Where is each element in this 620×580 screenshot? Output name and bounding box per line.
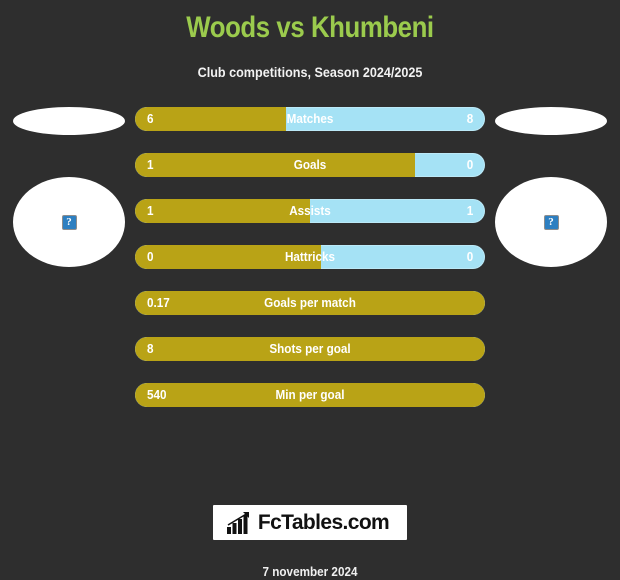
report-date: 7 november 2024 <box>262 564 358 579</box>
stat-row: 0.17 Goals per match <box>135 291 485 315</box>
away-value: 1 <box>466 203 473 218</box>
fctables-logo-text: FcTables.com <box>257 511 390 534</box>
away-team-shirt-top <box>495 107 607 135</box>
away-team-logo: ? <box>495 177 607 267</box>
stat-row: 0 Hattricks 0 <box>135 245 485 269</box>
comparison-body: ? 6 Matches 8 1 Goals 0 1 Assists 1 0 Ha… <box>0 107 620 417</box>
away-value: 0 <box>466 249 473 264</box>
stat-row: 540 Min per goal <box>135 383 485 407</box>
away-team-column: ? <box>486 107 616 407</box>
broken-image-icon: ? <box>543 214 559 230</box>
home-value: 6 <box>147 111 154 126</box>
broken-image-glyph: ? <box>66 215 72 228</box>
page-subtitle: Club competitions, Season 2024/2025 <box>197 64 423 80</box>
stat-row: 8 Shots per goal <box>135 337 485 361</box>
stats-list: 6 Matches 8 1 Goals 0 1 Assists 1 0 Hatt… <box>135 107 485 407</box>
away-value: 8 <box>466 111 473 126</box>
stat-label: Matches <box>286 111 334 126</box>
fctables-logo[interactable]: FcTables.com <box>212 505 408 540</box>
home-value: 1 <box>147 203 154 218</box>
stat-label: Assists <box>289 203 331 218</box>
home-value: 540 <box>147 387 167 402</box>
home-value: 0.17 <box>147 295 170 310</box>
away-value: 0 <box>466 157 473 172</box>
stat-row: 1 Goals 0 <box>135 153 485 177</box>
stat-row: 6 Matches 8 <box>135 107 485 131</box>
stat-label: Goals per match <box>264 295 356 310</box>
stat-row: 1 Assists 1 <box>135 199 485 223</box>
stat-label: Hattricks <box>284 249 336 264</box>
home-value: 1 <box>147 157 154 172</box>
stat-label: Min per goal <box>275 387 345 402</box>
home-value: 8 <box>147 341 154 356</box>
broken-image-glyph: ? <box>548 215 554 228</box>
stat-label: Goals <box>293 157 327 172</box>
page-footer: FcTables.com 7 november 2024 <box>0 505 620 580</box>
home-value: 0 <box>147 249 154 264</box>
home-team-logo: ? <box>13 177 125 267</box>
page-title: Woods vs Khumbeni <box>186 11 434 44</box>
broken-image-icon: ? <box>61 214 77 230</box>
page-header: Woods vs Khumbeni Club competitions, Sea… <box>0 0 620 81</box>
stat-label: Shots per goal <box>269 341 351 356</box>
home-team-column: ? <box>4 107 134 407</box>
home-team-shirt-top <box>13 107 125 135</box>
bar-chart-growth-icon <box>226 512 249 534</box>
